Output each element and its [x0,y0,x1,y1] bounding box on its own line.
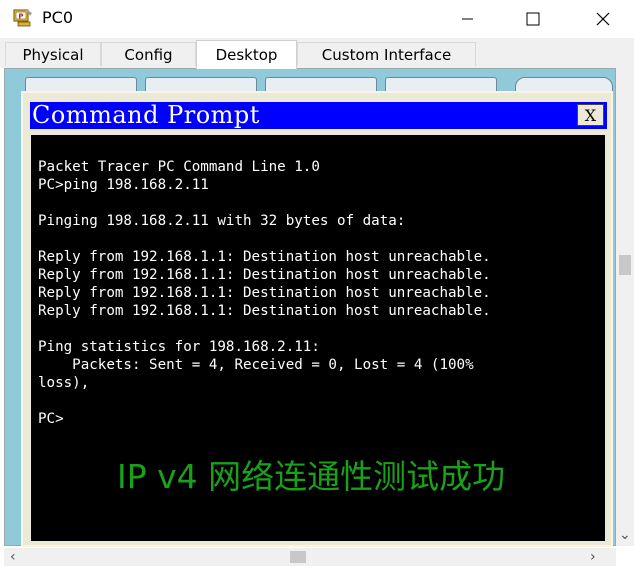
console-line: Ping statistics for 198.168.2.11: [38,339,320,355]
scroll-right-arrow-icon[interactable]: › [590,550,596,564]
command-prompt-title: Command Prompt [32,101,260,129]
maximize-button[interactable] [510,0,556,38]
console-line: Packet Tracer PC Command Line 1.0 [38,159,320,175]
tab-desktop[interactable]: Desktop [196,40,297,69]
maximize-icon [526,12,540,26]
console-line: Packets: Sent = 4, Received = 0, Lost = … [38,357,474,373]
window-titlebar: P PC0 [0,0,634,38]
console-line: Pinging 198.168.2.11 with 32 bytes of da… [38,213,406,229]
console-line: Reply from 192.168.1.1: Destination host… [38,285,491,301]
annotation-text: IP v4 网络连通性测试成功 [117,457,506,496]
console-line: PC>ping 198.168.2.11 [38,177,209,193]
horizontal-scroll-thumb[interactable] [290,551,306,563]
tab-custom-interface[interactable]: Custom Interface [297,42,476,66]
scroll-left-arrow-icon[interactable]: ‹ [10,550,16,564]
console-line: PC> [38,411,64,427]
svg-text:P: P [18,13,23,21]
tab-physical[interactable]: Physical [5,42,101,66]
close-icon [596,12,610,26]
command-prompt-close-button[interactable]: X [577,104,604,126]
console-line: loss), [38,375,90,391]
close-button[interactable] [580,0,626,38]
window-title: PC0 [42,8,73,27]
tab-config[interactable]: Config [101,42,196,66]
horizontal-scrollbar[interactable] [4,548,616,566]
console-line: Reply from 192.168.1.1: Destination host… [38,249,491,265]
packet-tracer-pc-icon: P [12,7,34,29]
minimize-button[interactable] [444,0,490,38]
vertical-scrollbar[interactable] [616,68,634,546]
scroll-down-arrow-icon[interactable]: ⌄ [619,528,631,542]
console-line: Reply from 192.168.1.1: Destination host… [38,267,491,283]
console-line: Reply from 192.168.1.1: Destination host… [38,303,491,319]
vertical-scroll-thumb[interactable] [619,255,631,275]
minimize-icon [462,18,473,20]
